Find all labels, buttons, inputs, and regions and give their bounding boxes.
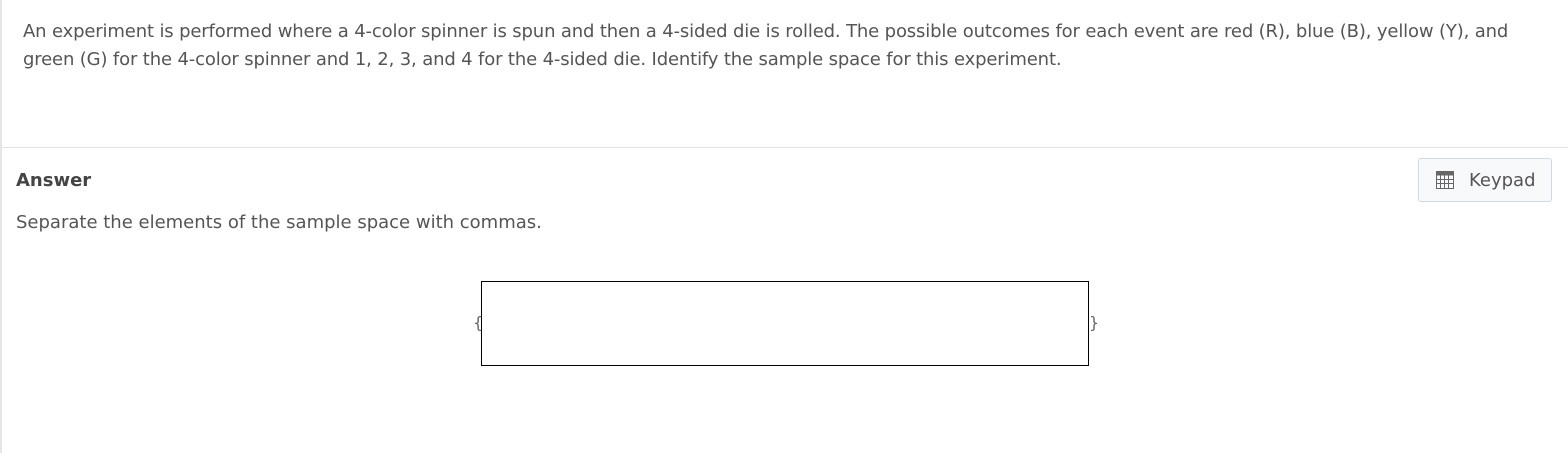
close-brace: } [1089,313,1100,332]
keypad-button[interactable]: Keypad [1418,158,1552,202]
question-text: An experiment is performed where a 4-col… [23,21,1509,70]
calculator-icon [1436,171,1454,189]
answer-instruction: Separate the elements of the sample spac… [16,212,542,233]
section-divider [2,147,1568,148]
keypad-label: Keypad [1469,169,1536,191]
answer-heading: Answer [16,170,92,191]
sample-space-input[interactable] [481,281,1089,366]
left-border [0,0,2,453]
